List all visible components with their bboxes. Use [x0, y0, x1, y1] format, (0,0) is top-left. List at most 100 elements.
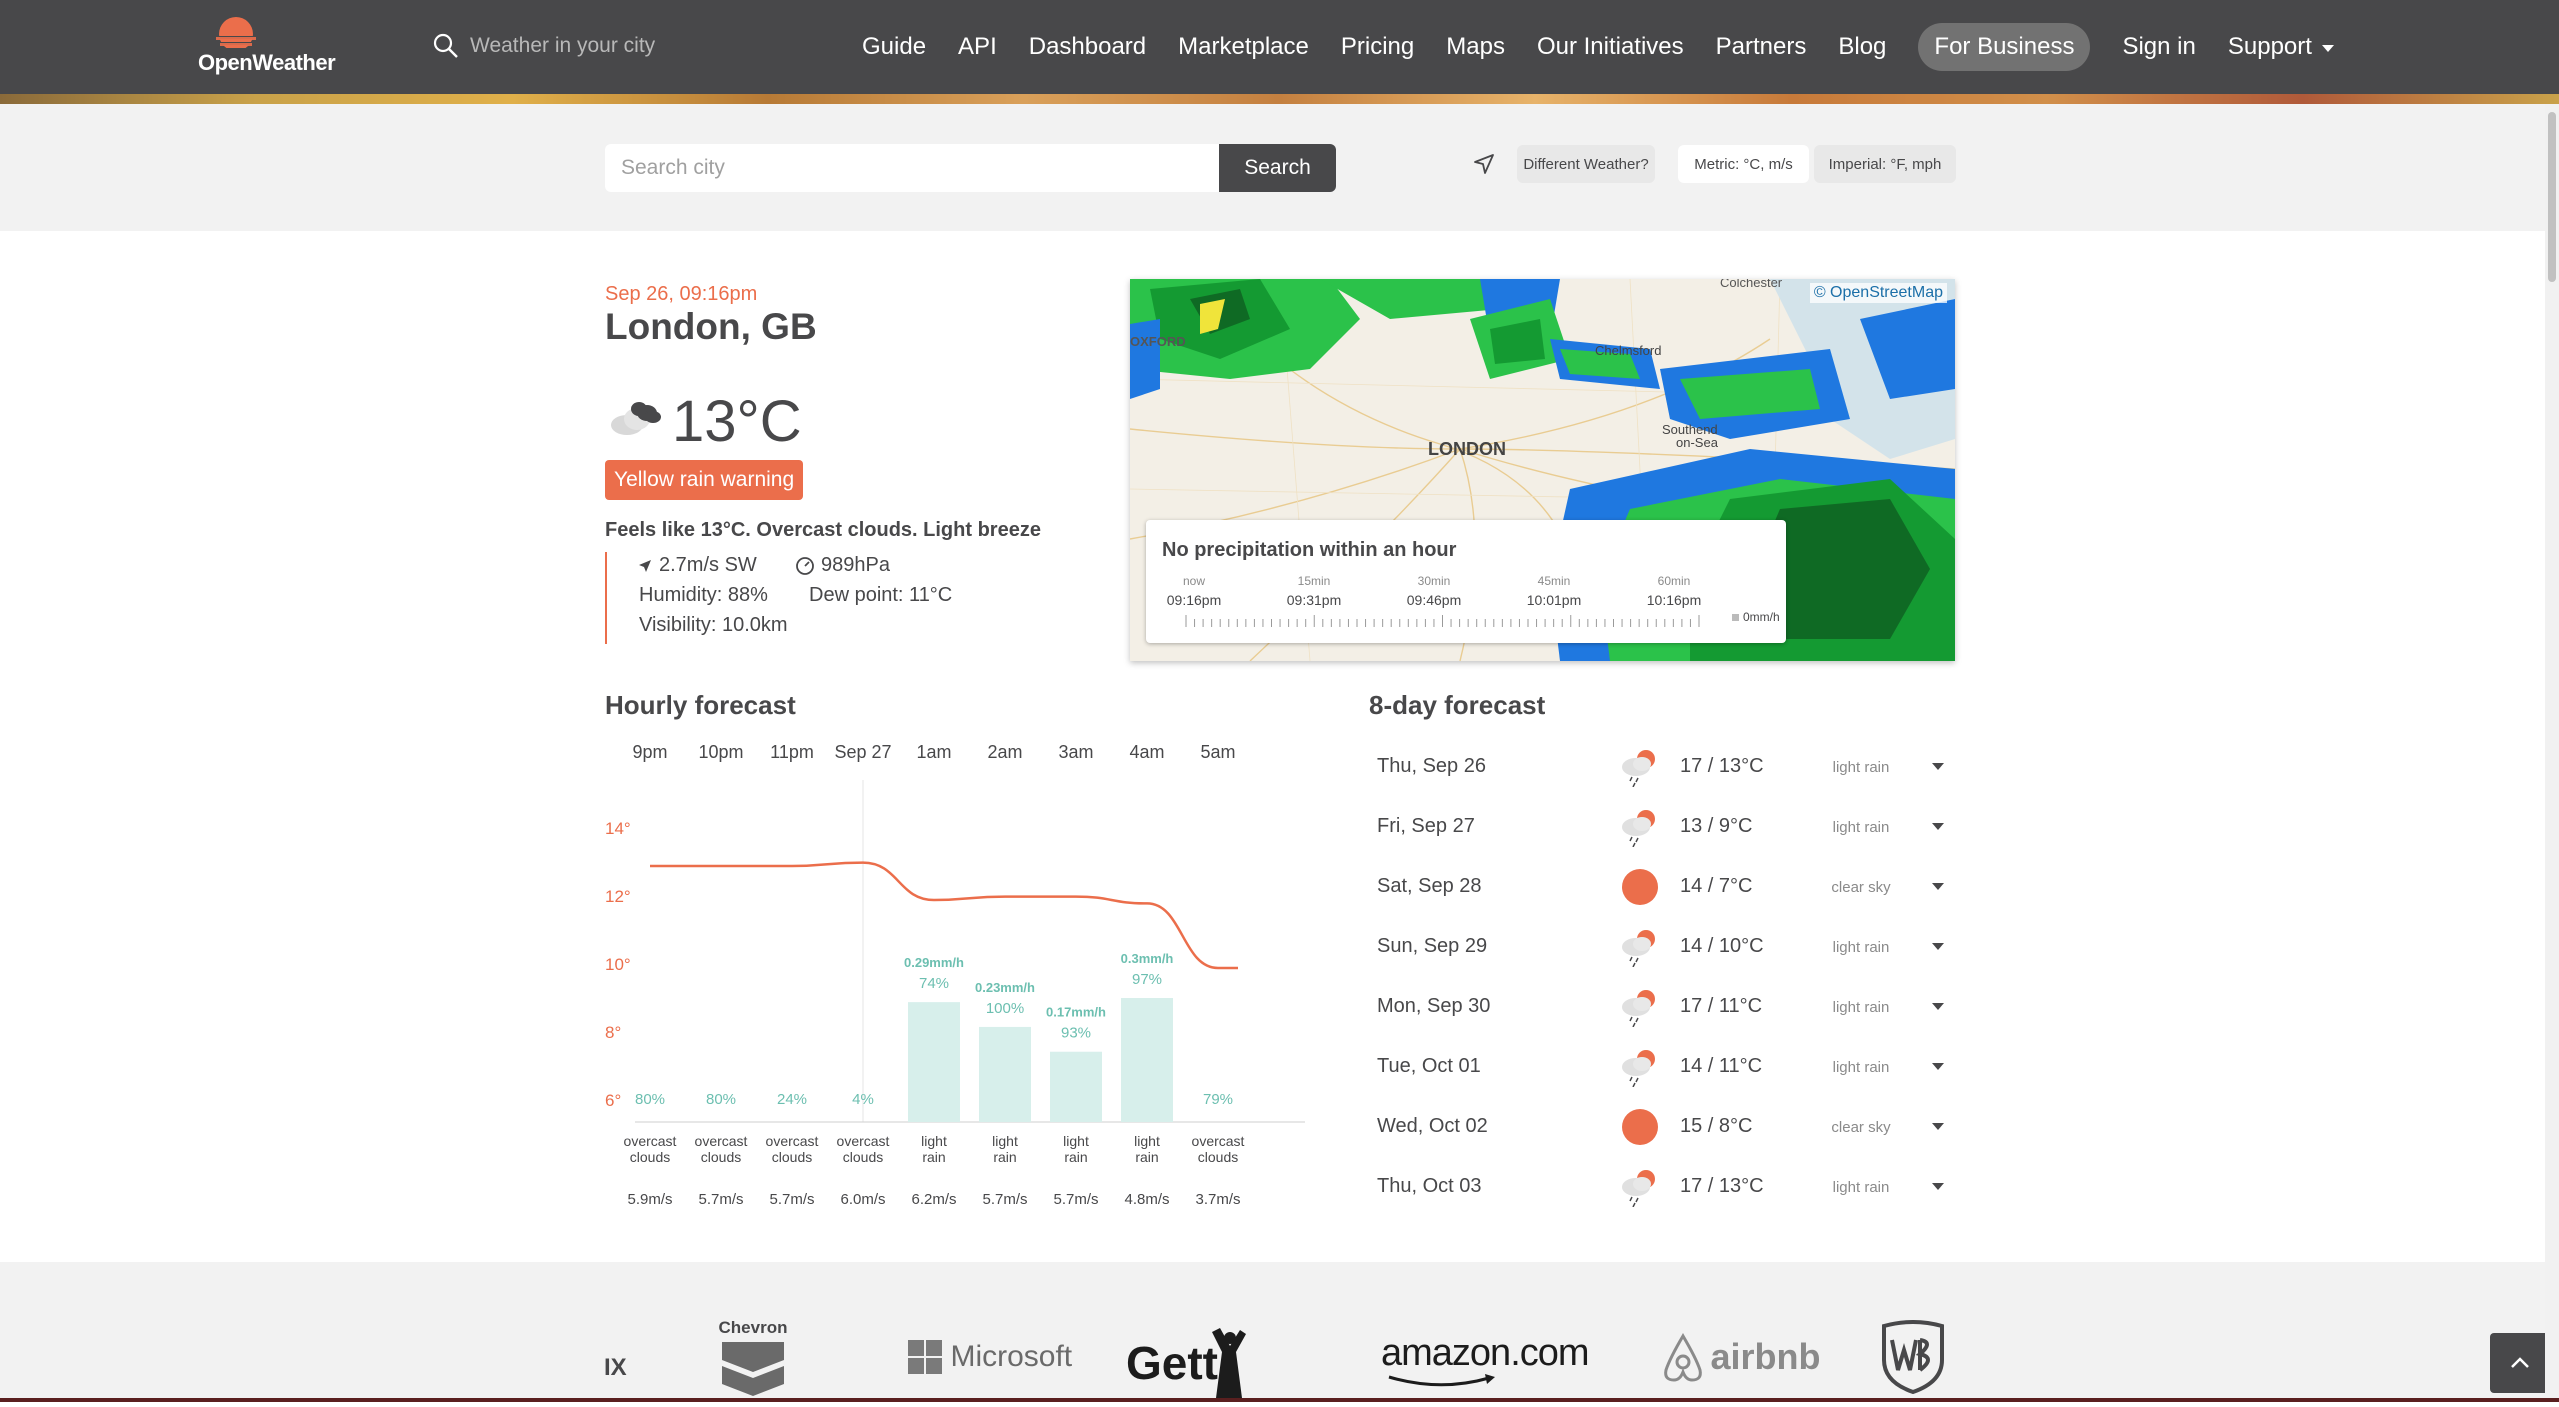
hourly-wind-label: 5.7m/s — [982, 1191, 1027, 1208]
precipitation-bar[interactable] — [1050, 1051, 1102, 1122]
daily-forecast-row[interactable]: Sun, Sep 29 14 / 10°C light rain — [1369, 917, 1955, 977]
daily-forecast-row[interactable]: Mon, Sep 30 17 / 11°C light rain — [1369, 977, 1955, 1037]
nav-link-api[interactable]: API — [958, 33, 997, 61]
nav-link-dashboard[interactable]: Dashboard — [1029, 33, 1146, 61]
metric-units-toggle[interactable]: Metric: °C, m/s — [1678, 145, 1809, 183]
location-arrow-icon[interactable] — [1471, 151, 1497, 177]
sign-in-link[interactable]: Sign in — [2122, 33, 2195, 61]
daily-day-label: Wed, Oct 02 — [1377, 1115, 1488, 1137]
for-business-button[interactable]: For Business — [1918, 23, 2091, 71]
page-scrollbar[interactable] — [2545, 104, 2559, 1398]
city-search-input[interactable] — [605, 144, 1219, 192]
daily-day-label: Mon, Sep 30 — [1377, 995, 1491, 1017]
top-navigation: OpenWeather Guide API Dashboard Marketpl… — [0, 0, 2559, 94]
precipitation-amount-label: 0.29mm/h — [904, 955, 964, 970]
partners-band: IX Chevron Microsoft Gett amazon.com air… — [0, 1262, 2559, 1402]
nav-link-our-initiatives[interactable]: Our Initiatives — [1537, 33, 1684, 61]
hourly-wind-label: 5.7m/s — [1053, 1191, 1098, 1208]
precipitation-probability-label: 74% — [919, 975, 949, 992]
minutely-precipitation-card: No precipitation within an hour now 15mi… — [1146, 520, 1786, 643]
precipitation-bar[interactable] — [908, 1002, 960, 1122]
microsoft-squares-icon — [908, 1340, 942, 1374]
precip-time-1: 09:31pm — [1286, 592, 1342, 608]
hourly-description-label: clouds — [630, 1149, 670, 1165]
rain-icon — [1622, 750, 1655, 787]
hourly-time-label: 1am — [916, 742, 952, 762]
precipitation-probability-label: 4% — [852, 1091, 874, 1108]
sun-icon — [1622, 1109, 1658, 1145]
weather-alert-badge[interactable]: Yellow rain warning — [605, 460, 804, 500]
daily-description: light rain — [1832, 1179, 1890, 1196]
nav-links: Guide API Dashboard Marketplace Pricing … — [862, 0, 2335, 94]
precipitation-map[interactable]: Colchester OXFORD Chelmsford LONDON Sout… — [1130, 279, 1955, 661]
chevron-down-icon[interactable] — [1932, 1183, 1944, 1190]
banner-image-strip — [0, 94, 2559, 104]
precipitation-legend-label: 0mm/h — [1743, 610, 1780, 624]
different-weather-button[interactable]: Different Weather? — [1517, 145, 1655, 183]
daily-temp-range: 13 / 9°C — [1680, 815, 1753, 837]
search-icon — [433, 33, 458, 58]
partner-logo-ix: IX — [604, 1354, 627, 1381]
chevron-down-icon[interactable] — [1932, 763, 1944, 770]
chevron-down-icon[interactable] — [1932, 1063, 1944, 1070]
openstreetmap-attribution[interactable]: © OpenStreetMap — [1809, 283, 1947, 303]
amazon-smile-icon — [1388, 1374, 1495, 1387]
chevron-down-icon[interactable] — [1932, 883, 1944, 890]
scrollbar-thumb[interactable] — [2548, 112, 2556, 282]
hourly-description-label: overcast — [624, 1133, 677, 1149]
nav-search — [432, 28, 692, 64]
daily-forecast-row[interactable]: Fri, Sep 27 13 / 9°C light rain — [1369, 797, 1955, 857]
precipitation-legend: 0mm/h — [1732, 610, 1780, 624]
hourly-forecast-chart[interactable]: 14°12°10°8°6° 80%overcastclouds5.9m/s80%o… — [605, 780, 1305, 1220]
nav-search-input[interactable] — [470, 30, 690, 62]
hourly-forecast-title: Hourly forecast — [605, 690, 796, 720]
imperial-units-toggle[interactable]: Imperial: °F, mph — [1814, 145, 1956, 183]
hourly-time-label: 5am — [1200, 742, 1236, 762]
precip-label-now: now — [1182, 574, 1205, 588]
hourly-description-label: rain — [1135, 1149, 1158, 1165]
rain-icon — [1622, 990, 1655, 1027]
precip-label-30min: 30min — [1417, 574, 1451, 588]
daily-forecast-row[interactable]: Wed, Oct 02 15 / 8°C clear sky — [1369, 1097, 1955, 1157]
partner-logo-gett: Gett — [1126, 1322, 1276, 1407]
logo-sun-icon — [210, 17, 262, 51]
nav-link-partners[interactable]: Partners — [1716, 33, 1807, 61]
logo-text: OpenWeather — [198, 50, 336, 75]
hourly-description-label: overcast — [766, 1133, 819, 1149]
sun-icon — [1622, 869, 1658, 905]
chevron-down-icon[interactable] — [1932, 1003, 1944, 1010]
hourly-time-label: 3am — [1058, 742, 1094, 762]
chevron-down-icon[interactable] — [1932, 1123, 1944, 1130]
openweather-logo[interactable]: OpenWeather — [198, 14, 348, 80]
precip-label-45min: 45min — [1537, 574, 1571, 588]
precipitation-bar[interactable] — [979, 1026, 1031, 1122]
y-axis-tick-label: 6° — [605, 1091, 621, 1110]
scroll-to-top-button[interactable] — [2490, 1333, 2550, 1393]
airbnb-belo-icon — [1664, 1333, 1702, 1382]
daily-forecast-row[interactable]: Tue, Oct 01 14 / 11°C light rain — [1369, 1037, 1955, 1097]
chevron-down-icon[interactable] — [1932, 943, 1944, 950]
hourly-description-label: rain — [1064, 1149, 1087, 1165]
nav-link-marketplace[interactable]: Marketplace — [1178, 33, 1309, 61]
hourly-description-label: clouds — [772, 1149, 812, 1165]
hourly-description-label: clouds — [1198, 1149, 1238, 1165]
chevron-wordmark: Chevron — [718, 1318, 788, 1337]
footer-edge — [0, 1398, 2559, 1402]
nav-link-maps[interactable]: Maps — [1446, 33, 1505, 61]
nav-link-pricing[interactable]: Pricing — [1341, 33, 1414, 61]
chevron-down-icon[interactable] — [1932, 823, 1944, 830]
map-label-on-sea: on-Sea — [1676, 435, 1719, 450]
precipitation-probability-label: 100% — [986, 1000, 1024, 1017]
hourly-description-label: light — [1134, 1133, 1160, 1149]
daily-forecast-row[interactable]: Thu, Sep 26 17 / 13°C light rain — [1369, 737, 1955, 797]
hourly-wind-label: 4.8m/s — [1124, 1191, 1169, 1208]
precipitation-bar[interactable] — [1121, 998, 1173, 1122]
daily-forecast-row[interactable]: Thu, Oct 03 17 / 13°C light rain — [1369, 1157, 1955, 1217]
search-button[interactable]: Search — [1219, 144, 1336, 192]
nav-link-guide[interactable]: Guide — [862, 33, 926, 61]
precipitation-probability-label: 80% — [635, 1091, 665, 1108]
nav-link-blog[interactable]: Blog — [1838, 33, 1886, 61]
pressure-value: 989hPa — [821, 554, 890, 576]
support-menu[interactable]: Support — [2228, 33, 2335, 61]
daily-forecast-row[interactable]: Sat, Sep 28 14 / 7°C clear sky — [1369, 857, 1955, 917]
